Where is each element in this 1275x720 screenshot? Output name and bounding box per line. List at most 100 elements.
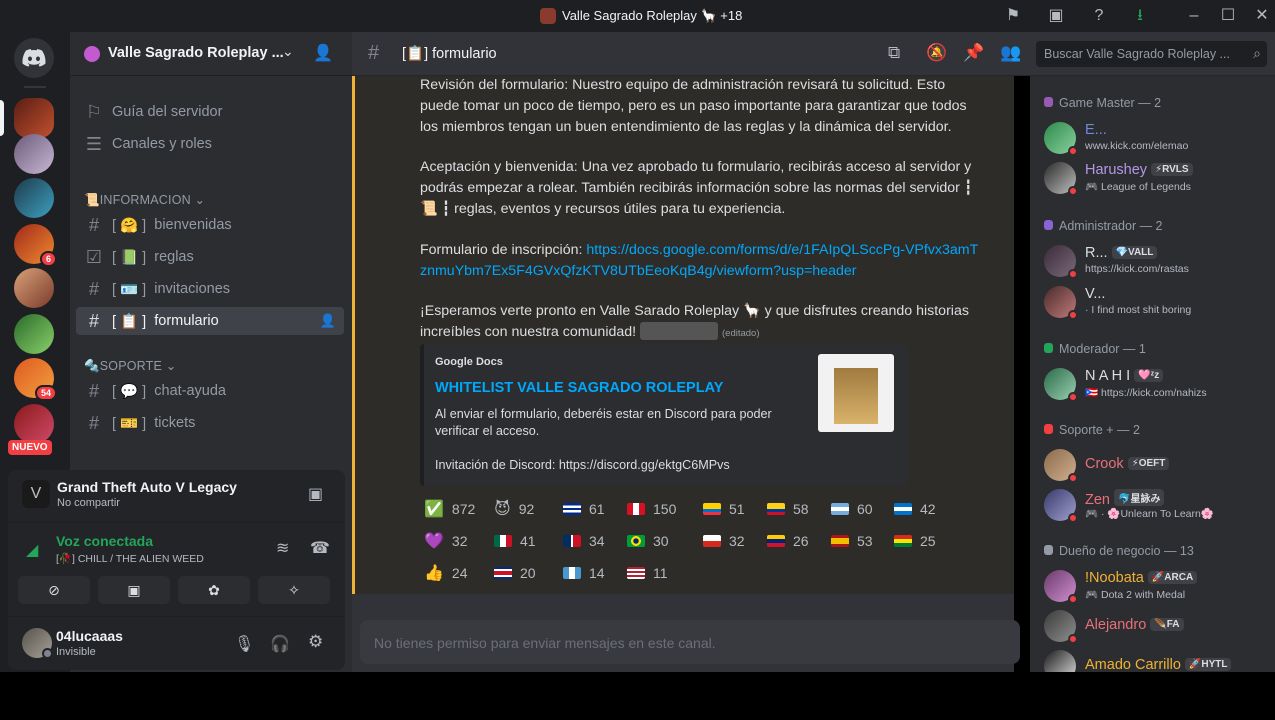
- screen-record-icon[interactable]: ▣: [1046, 6, 1066, 26]
- reaction-button[interactable]: 58: [767, 496, 809, 522]
- member-item[interactable]: Harushey ⚡RVLS 🎮 League of Legends: [1042, 158, 1268, 198]
- minimize-icon[interactable]: –: [1184, 6, 1204, 26]
- activities-button[interactable]: ✿: [178, 576, 250, 604]
- voice-channel[interactable]: [🥀] CHILL / THE ALIEN WEED: [56, 552, 204, 565]
- close-icon[interactable]: ✕: [1252, 6, 1272, 26]
- channel-bienvenidas[interactable]: # [ 🤗 ] bienvenidas: [76, 211, 344, 239]
- member-item[interactable]: Crook ⚡OEFT: [1042, 445, 1268, 485]
- reaction-button[interactable]: 34: [563, 528, 605, 554]
- reaction-count: 24: [451, 565, 468, 581]
- member-item[interactable]: R... 💎VALL https://kick.com/rastas: [1042, 241, 1268, 281]
- server-avatar[interactable]: 54: [14, 358, 57, 401]
- server-header[interactable]: Valle Sagrado Roleplay ... ⌄ 👤: [70, 32, 352, 76]
- download-icon[interactable]: ⭳: [1130, 6, 1150, 26]
- category-soporte[interactable]: 🔩SOPORTE ⌄: [84, 358, 176, 374]
- server-avatar[interactable]: [14, 268, 54, 308]
- pin-icon[interactable]: 📌: [963, 43, 984, 63]
- member-name-text: V...: [1085, 286, 1106, 302]
- server-avatar[interactable]: [14, 134, 54, 174]
- reaction-button[interactable]: 32: [703, 528, 745, 554]
- member-item[interactable]: N A H I 🩷ᶻz 🇵🇷 https://kick.com/nahizs: [1042, 364, 1268, 404]
- message-body: Revisión del formulario: Nuestro equipo …: [420, 75, 980, 345]
- reaction-button[interactable]: 60: [831, 496, 873, 522]
- reaction-button[interactable]: 💜 32: [424, 528, 468, 554]
- member-activity: https://kick.com/rastas: [1085, 263, 1189, 275]
- reaction-count: 32: [729, 533, 745, 549]
- mute-notifications-icon[interactable]: 🔕: [926, 43, 947, 63]
- spoiler[interactable]: [640, 322, 719, 341]
- stream-icon[interactable]: ▣: [308, 484, 323, 504]
- channel-invitaciones[interactable]: # [ 🪪 ] invitaciones: [76, 275, 344, 303]
- disconnect-icon[interactable]: ☎: [310, 538, 330, 558]
- reaction-button[interactable]: 14: [563, 560, 605, 586]
- dnd-status-dot: [1068, 269, 1078, 279]
- member-list-icon[interactable]: 👥: [1000, 43, 1021, 63]
- flag-gt-icon: [563, 567, 581, 579]
- server-guide[interactable]: ⚐ Guía del servidor: [76, 98, 344, 126]
- member-name: R... 💎VALL: [1085, 245, 1158, 261]
- channels-roles[interactable]: ☰ Canales y roles: [76, 130, 344, 158]
- camera-off-button[interactable]: ⊘: [18, 576, 90, 604]
- member-name-text: R...: [1085, 245, 1108, 261]
- voice-status[interactable]: Voz conectada: [56, 533, 153, 549]
- reaction-button[interactable]: 30: [627, 528, 669, 554]
- maximize-icon[interactable]: ☐: [1218, 6, 1238, 26]
- member-name-text: !Noobata: [1085, 570, 1144, 586]
- noise-suppression-icon[interactable]: ≋: [276, 538, 289, 558]
- embed-title[interactable]: WHITELIST VALLE SAGRADO ROLEPLAY: [435, 380, 723, 396]
- channel-chat-ayuda[interactable]: # [ 💬 ] chat-ayuda: [76, 377, 344, 405]
- window-title: Valle Sagrado Roleplay 🦙 +18: [540, 8, 742, 24]
- channel-formulario[interactable]: # [ 📋 ] formulario 👤: [76, 307, 344, 335]
- reaction-button[interactable]: 41: [494, 528, 536, 554]
- reaction-count: 30: [653, 533, 669, 549]
- reaction-button[interactable]: 20: [494, 560, 536, 586]
- channel-tickets[interactable]: # [ 🎫 ] tickets: [76, 409, 344, 437]
- reaction-button[interactable]: 42: [894, 496, 936, 522]
- reaction-count: 150: [653, 501, 677, 517]
- help-icon[interactable]: ?: [1089, 6, 1109, 26]
- member-item[interactable]: !Noobata 🚀ARCA 🎮 Dota 2 with Medal: [1042, 566, 1268, 606]
- server-avatar[interactable]: [14, 404, 54, 444]
- embed-description: Al enviar el formulario, deberéis estar …: [435, 407, 772, 438]
- reaction-button[interactable]: 😈 92: [494, 496, 534, 522]
- reaction-button[interactable]: 53: [831, 528, 873, 554]
- gear-icon[interactable]: ⚙: [308, 632, 323, 652]
- reaction-button[interactable]: 11: [627, 560, 668, 586]
- add-member-icon[interactable]: 👤: [313, 43, 333, 63]
- microphone-icon[interactable]: 🎙: [234, 634, 254, 654]
- server-avatar[interactable]: 6: [14, 224, 57, 267]
- reaction-button[interactable]: 150: [627, 496, 676, 522]
- reaction-button[interactable]: 25: [894, 528, 936, 554]
- server-avatar[interactable]: [14, 178, 54, 218]
- search-input[interactable]: Buscar Valle Sagrado Roleplay ... ⌕: [1036, 41, 1267, 67]
- username[interactable]: 04lucaaas: [56, 628, 123, 644]
- member-item[interactable]: Zen 🐬星詠み 🎮 · 🌸Unlearn To Learn🌸: [1042, 485, 1268, 525]
- add-member-icon[interactable]: 👤: [320, 313, 336, 329]
- category-label: 📜INFORMACION: [84, 193, 191, 207]
- channel-bracket: [ 💬 ]: [112, 383, 155, 400]
- screenshare-button[interactable]: ▣: [98, 576, 170, 604]
- channel-label: formulario: [154, 313, 219, 329]
- mention-badge: 6: [39, 251, 57, 267]
- reaction-button[interactable]: 51: [703, 496, 745, 522]
- member-group-header: Administrador — 2: [1044, 219, 1163, 233]
- category-informacion[interactable]: 📜INFORMACION ⌄: [84, 192, 205, 208]
- soundboard-button[interactable]: ✧: [258, 576, 330, 604]
- headphones-icon[interactable]: 🎧: [270, 634, 290, 654]
- reaction-button[interactable]: ✅ 872: [424, 496, 475, 522]
- discord-home-icon[interactable]: [14, 38, 54, 78]
- inbox-flag-icon[interactable]: ⚑: [1003, 6, 1023, 26]
- member-group-header: Soporte + — 2: [1044, 423, 1140, 437]
- threads-icon[interactable]: ⧉: [888, 43, 900, 63]
- channel-reglas[interactable]: ☑ [ 📗 ] reglas: [76, 243, 344, 271]
- reaction-button[interactable]: 👍 24: [424, 560, 468, 586]
- reaction-button[interactable]: 61: [563, 496, 605, 522]
- reaction-button[interactable]: 26: [767, 528, 809, 554]
- member-item[interactable]: Alejandro 🪶FA: [1042, 606, 1268, 646]
- server-valle-sagrado[interactable]: [14, 98, 54, 138]
- embed-thumbnail[interactable]: [818, 354, 894, 432]
- member-item[interactable]: V... · I find most shit boring: [1042, 282, 1268, 322]
- member-item[interactable]: E... www.kick.com/elemao: [1042, 118, 1268, 158]
- server-avatar[interactable]: [14, 314, 54, 354]
- reaction-count: 41: [520, 533, 536, 549]
